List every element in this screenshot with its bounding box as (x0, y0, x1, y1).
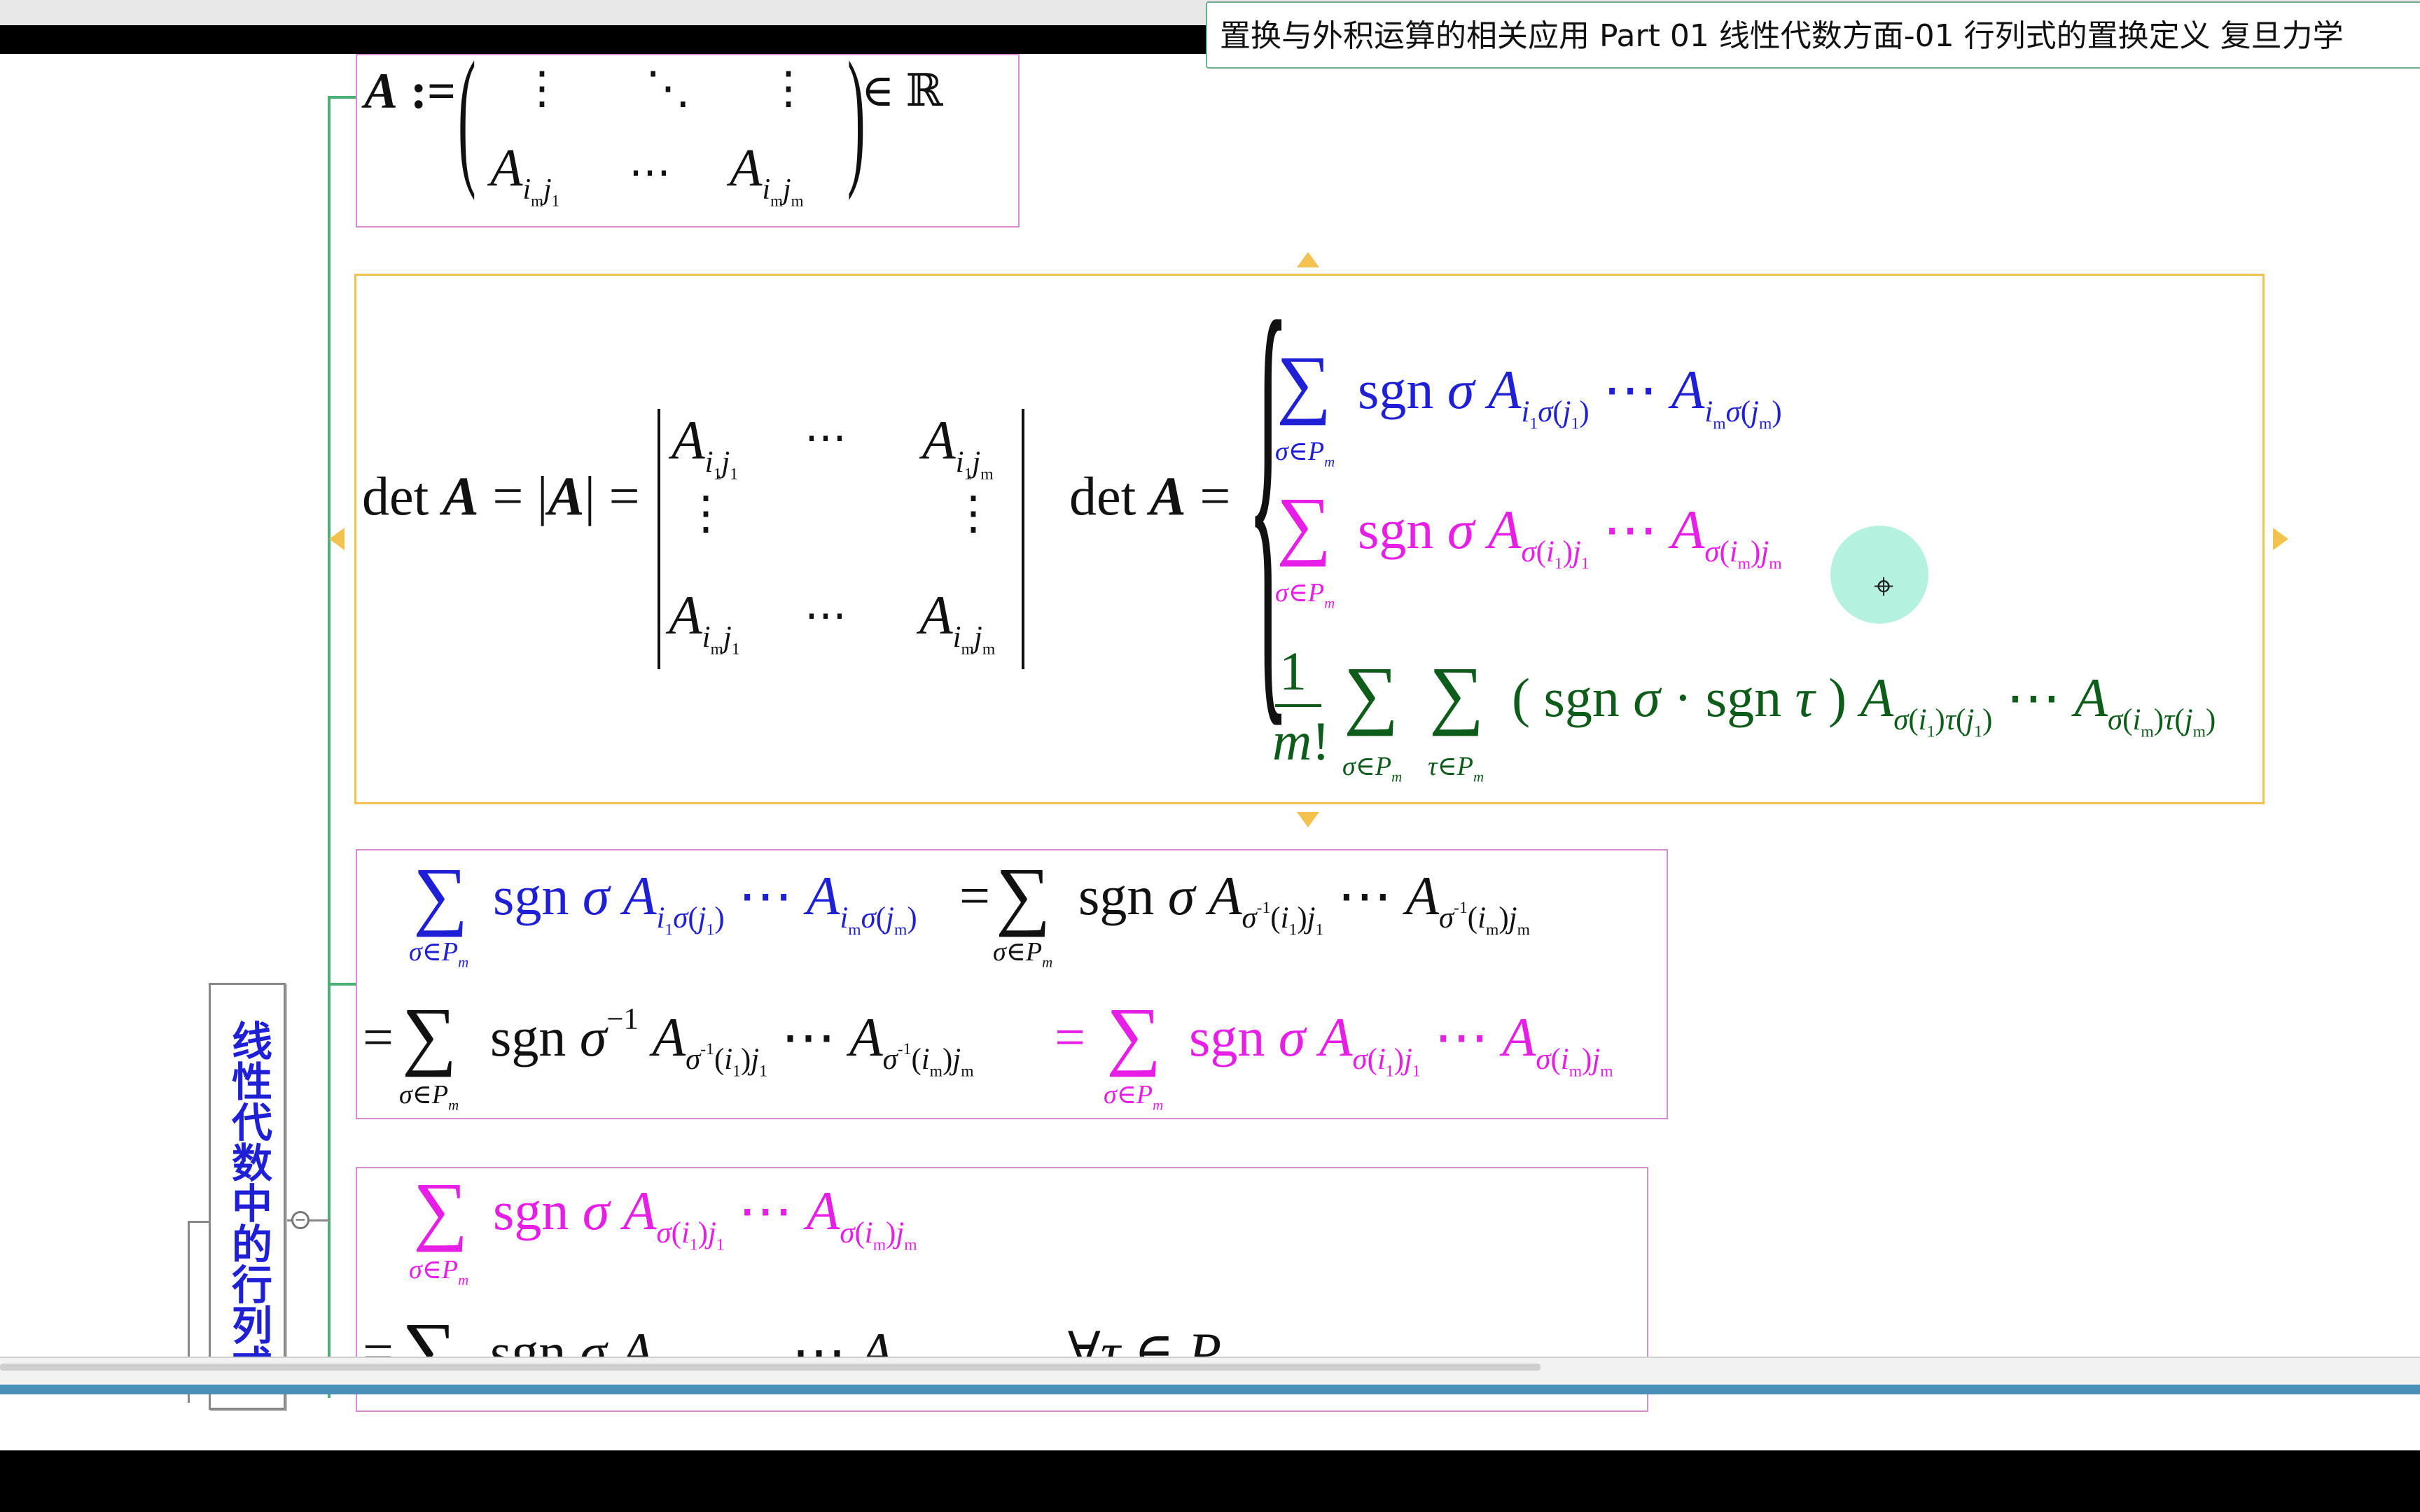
det-entry: Aimj1 (669, 584, 740, 659)
resize-handle-top[interactable] (1297, 252, 1319, 267)
det-rhs-lhs: det A = (1069, 465, 1231, 526)
sum-symbol: ∑ (413, 852, 468, 937)
branch-connector (328, 96, 331, 1398)
side-connector (189, 1221, 210, 1223)
branch-stub (328, 96, 356, 99)
resize-handle-right[interactable] (2273, 528, 2288, 550)
frac-bar (1275, 704, 1321, 707)
topic-matrix-definition[interactable]: A := ( ⋮ ⋱ ⋮ Aimj1 ⋯ Aimjm ) ∈ ℝ (356, 54, 1020, 227)
det-entry: Ai1j1 (672, 410, 739, 484)
side-topic-box[interactable]: 线性代数中的行列式 (209, 983, 286, 1410)
video-title-banner: 置换与外积运算的相关应用 Part 01 线性代数方面-01 行列式的置换定义 … (1206, 1, 2420, 69)
sum-index: σ∈Pm (399, 1080, 459, 1114)
in-R: ∈ ℝ (861, 66, 943, 115)
det-bar-left (658, 409, 660, 669)
det-vdots: ⋮ (683, 488, 729, 539)
topic-determinant-definitions[interactable]: det A = |A| = Ai1j1 ⋯ Ai1jm ⋮ ⋮ Aimj1 ⋯ … (354, 274, 2265, 804)
sum-index: σ∈Pm (1275, 578, 1335, 612)
det-lhs: det A = |A| = (362, 465, 640, 526)
identity-rhs3: sgn σ Aσ(i1)j1 ⋯ Aσ(im)jm (1189, 1007, 1613, 1081)
tau-lhs: sgn σ Aσ(i1)j1 ⋯ Aσ(im)jm (493, 1180, 917, 1254)
case1-expr: sgn σ Ai1σ(j1) ⋯ Aimσ(jm) (1358, 359, 1782, 433)
resize-handle-left[interactable] (329, 528, 345, 550)
det-hdots: ⋯ (805, 592, 847, 638)
det-entry: Aimjm (919, 584, 996, 659)
case2-expr: sgn σ Aσ(i1)j1 ⋯ Aσ(im)jm (1358, 499, 1782, 573)
det-hdots: ⋯ (805, 414, 847, 461)
sum-index: σ∈Pm (409, 937, 469, 971)
matrix-lhs: A := (364, 63, 457, 119)
sum-index: σ∈Pm (1104, 1080, 1164, 1114)
sum-index: σ∈Pm (409, 1255, 469, 1289)
bottom-bar (0, 1385, 2420, 1394)
matrix-entry: Aimjm (730, 139, 804, 210)
sum-symbol: ∑ (1344, 651, 1399, 736)
sum-index: σ∈Pm (1275, 437, 1335, 470)
sum-symbol: ∑ (402, 992, 457, 1077)
sum-symbol: ∑ (996, 852, 1051, 937)
sum-symbol: ∑ (1429, 651, 1484, 736)
equals: = (363, 1007, 394, 1068)
matrix-entry: Aimj1 (490, 139, 560, 210)
side-topic-label: 线性代数中的行列式 (225, 1020, 272, 1385)
collapse-icon[interactable]: − (291, 1211, 310, 1229)
det-entry: Ai1jm (922, 410, 994, 484)
scrollbar-thumb[interactable] (0, 1364, 1541, 1371)
matrix-row-dots: ⋮ (766, 63, 811, 113)
left-paren: ( (458, 54, 476, 201)
sum-index: τ∈Pm (1428, 752, 1484, 785)
matrix-row-dots: ⋱ (646, 63, 690, 113)
det-vdots: ⋮ (950, 488, 996, 539)
sum-symbol: ∑ (1277, 482, 1332, 567)
equals: = (959, 865, 990, 926)
identity-rhs1: sgn σ Aσ-1(i1)j1 ⋯ Aσ-1(im)jm (1078, 865, 1530, 939)
det-bar-right (1022, 409, 1024, 669)
matrix-hdots: ⋯ (629, 149, 671, 195)
branch-stub (328, 983, 356, 986)
identity-lhs: sgn σ Ai1σ(j1) ⋯ Aimσ(jm) (493, 865, 917, 939)
equals: = (1055, 1007, 1085, 1068)
case3-expr: ( sgn σ · sgn τ ) Aσ(i1)τ(j1) ⋯ Aσ(im)τ(… (1512, 667, 2216, 741)
sum-symbol: ∑ (1277, 340, 1332, 426)
resize-handle-bottom[interactable] (1297, 812, 1319, 827)
sum-symbol: ∑ (413, 1167, 468, 1252)
identity-rhs2: sgn σ−1 Aσ-1(i1)j1 ⋯ Aσ-1(im)jm (490, 1002, 974, 1081)
sum-index: σ∈Pm (993, 937, 1053, 971)
horizontal-scrollbar[interactable] (0, 1357, 2420, 1386)
matrix-row-dots: ⋮ (520, 63, 564, 113)
sum-index: σ∈Pm (1342, 752, 1403, 785)
mouse-cursor-icon: ⌖ (1874, 566, 1894, 606)
frac-den: m! (1272, 710, 1330, 771)
sum-symbol: ∑ (1106, 992, 1162, 1077)
frac-num: 1 (1279, 640, 1307, 701)
topic-sum-identity[interactable]: ∑ σ∈Pm sgn σ Ai1σ(j1) ⋯ Aimσ(jm) = ∑ σ∈P… (356, 849, 1668, 1119)
